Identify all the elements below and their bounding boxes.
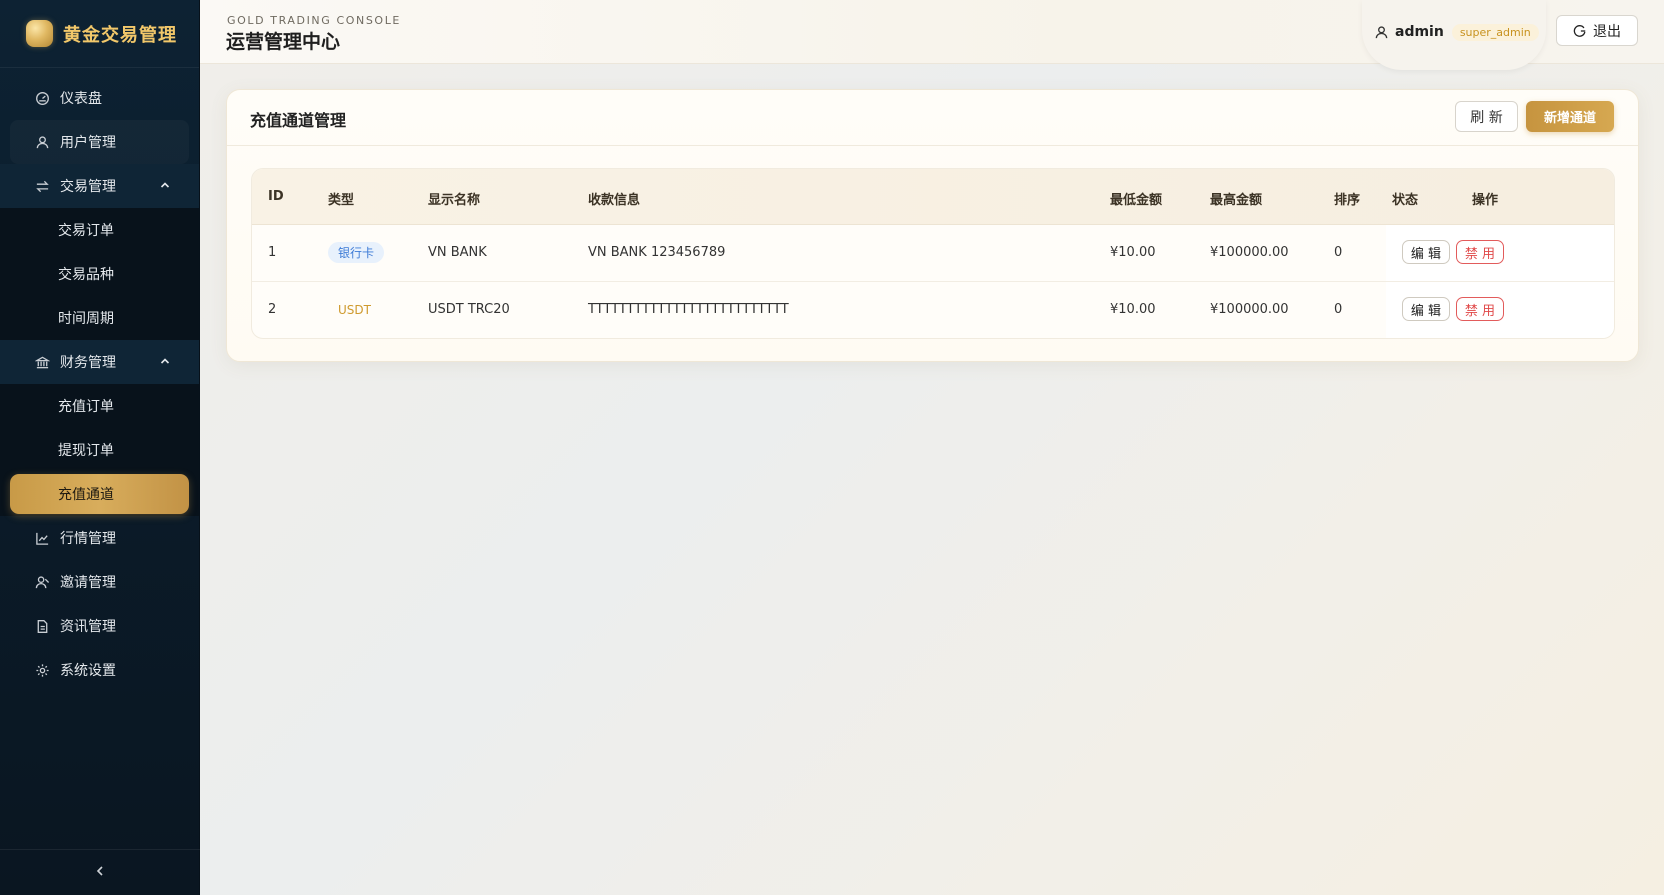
column-header-min: 最低金额 bbox=[1110, 193, 1163, 208]
sidebar-item-recharge-channels[interactable]: 充值通道 bbox=[10, 474, 189, 514]
cell-info: VN BANK 123456789 bbox=[588, 245, 726, 260]
ops-cell: 编 辑 禁 用 bbox=[1386, 225, 1614, 281]
brand-title: 黄金交易管理 bbox=[63, 24, 177, 46]
exchange-icon bbox=[34, 178, 50, 194]
sidebar-group-label: 财务管理 bbox=[60, 355, 116, 371]
sidebar-collapse-button[interactable] bbox=[0, 849, 200, 895]
recharge-channel-card: 充值通道管理 刷 新 新增通道 ID 类型 显示名称 收款信息 最低金额 最高金… bbox=[226, 89, 1639, 362]
logout-label: 退出 bbox=[1593, 23, 1621, 40]
sidebar-item-withdraw-orders[interactable]: 提现订单 bbox=[0, 428, 199, 472]
sidebar-group-finance[interactable]: 财务管理 bbox=[0, 340, 199, 384]
disable-button[interactable]: 禁 用 bbox=[1456, 297, 1504, 321]
sidebar-item-recharge-orders[interactable]: 充值订单 bbox=[0, 384, 199, 428]
cell-min: ¥10.00 bbox=[1110, 245, 1156, 260]
card-title: 充值通道管理 bbox=[250, 111, 347, 130]
sidebar-item-time-periods[interactable]: 时间周期 bbox=[0, 296, 199, 340]
sidebar-item-label: 系统设置 bbox=[60, 663, 116, 679]
logout-icon bbox=[1573, 24, 1586, 37]
bank-icon bbox=[34, 354, 50, 370]
card-header: 充值通道管理 刷 新 新增通道 bbox=[227, 90, 1638, 146]
channel-table: ID 类型 显示名称 收款信息 最低金额 最高金额 排序 状态 操作 1 银行卡… bbox=[251, 168, 1615, 339]
sidebar-group-label: 交易管理 bbox=[60, 179, 116, 195]
column-header-name: 显示名称 bbox=[428, 193, 481, 208]
cell-name: USDT TRC20 bbox=[428, 302, 510, 317]
user-name: admin bbox=[1395, 24, 1444, 40]
refresh-button[interactable]: 刷 新 bbox=[1455, 101, 1518, 132]
table-row: 2 USDT USDT TRC20 TTTTTTTTTTTTTTTTTTTTTT… bbox=[252, 282, 1614, 338]
role-badge: super_admin bbox=[1451, 23, 1539, 41]
cell-info: TTTTTTTTTTTTTTTTTTTTTTTTTT bbox=[588, 302, 789, 317]
cell-sort: 0 bbox=[1334, 302, 1343, 317]
dashboard-icon bbox=[34, 90, 50, 106]
brand-logo-icon bbox=[26, 20, 53, 47]
top-header: GOLD TRADING CONSOLE 运营管理中心 admin super_… bbox=[200, 0, 1664, 70]
disable-button[interactable]: 禁 用 bbox=[1456, 240, 1504, 264]
cell-max: ¥100000.00 bbox=[1210, 245, 1289, 260]
sidebar-item-users[interactable]: 用户管理 bbox=[10, 120, 189, 164]
sidebar-item-invite[interactable]: 邀请管理 bbox=[0, 560, 199, 604]
sidebar-item-label: 资讯管理 bbox=[60, 619, 116, 635]
sidebar-item-trade-orders[interactable]: 交易订单 bbox=[0, 208, 199, 252]
column-header-ops: 操作 bbox=[1472, 193, 1499, 208]
cell-name: VN BANK bbox=[428, 245, 487, 260]
sidebar-item-label: 行情管理 bbox=[60, 531, 116, 547]
sidebar-item-label: 用户管理 bbox=[60, 135, 116, 151]
column-header-id: ID bbox=[268, 189, 284, 204]
column-header-sort: 排序 bbox=[1334, 193, 1361, 208]
chevron-up-icon bbox=[159, 355, 171, 367]
sidebar-item-settings[interactable]: 系统设置 bbox=[0, 648, 199, 692]
cell-max: ¥100000.00 bbox=[1210, 302, 1289, 317]
edit-button[interactable]: 编 辑 bbox=[1402, 240, 1450, 264]
chart-icon bbox=[34, 530, 50, 546]
user-menu[interactable]: admin super_admin bbox=[1362, 0, 1546, 70]
column-header-status: 状态 bbox=[1392, 193, 1419, 208]
submenu-finance: 充值订单 提现订单 充值通道 bbox=[0, 384, 199, 516]
submenu-trade: 交易订单 交易品种 时间周期 bbox=[0, 208, 199, 340]
column-header-type: 类型 bbox=[328, 193, 355, 208]
document-icon bbox=[34, 618, 50, 634]
brand[interactable]: 黄金交易管理 bbox=[0, 0, 199, 68]
sidebar-item-market[interactable]: 行情管理 bbox=[0, 516, 199, 560]
sidebar-item-news[interactable]: 资讯管理 bbox=[0, 604, 199, 648]
add-channel-button[interactable]: 新增通道 bbox=[1526, 101, 1614, 132]
type-badge: 银行卡 bbox=[328, 242, 385, 263]
invite-icon bbox=[34, 574, 50, 590]
table-header: ID 类型 显示名称 收款信息 最低金额 最高金额 排序 状态 操作 bbox=[252, 169, 1614, 225]
sidebar-nav: 仪表盘 用户管理 交易管理 交易订单 交易品种 时间周期 财务管理 充值订单 提… bbox=[0, 68, 199, 692]
cell-sort: 0 bbox=[1334, 245, 1343, 260]
cell-id: 2 bbox=[268, 302, 277, 317]
gear-icon bbox=[34, 662, 50, 678]
sidebar-group-trade[interactable]: 交易管理 bbox=[0, 164, 199, 208]
user-icon bbox=[34, 134, 50, 150]
user-icon bbox=[1375, 25, 1388, 38]
chevron-up-icon bbox=[159, 179, 171, 191]
sidebar: 黄金交易管理 仪表盘 用户管理 交易管理 交易订单 交易品种 时间周期 财务管理… bbox=[0, 0, 200, 895]
sidebar-item-dashboard[interactable]: 仪表盘 bbox=[0, 76, 199, 120]
type-badge: USDT bbox=[338, 303, 371, 317]
column-header-max: 最高金额 bbox=[1210, 193, 1263, 208]
logout-button[interactable]: 退出 bbox=[1556, 15, 1638, 46]
edit-button[interactable]: 编 辑 bbox=[1402, 297, 1450, 321]
chevron-left-icon bbox=[94, 865, 106, 881]
column-header-info: 收款信息 bbox=[588, 193, 641, 208]
ops-cell: 编 辑 禁 用 bbox=[1386, 282, 1614, 338]
sidebar-item-label: 仪表盘 bbox=[60, 91, 102, 107]
header-subtitle: GOLD TRADING CONSOLE bbox=[227, 14, 401, 27]
cell-id: 1 bbox=[268, 245, 277, 260]
cell-min: ¥10.00 bbox=[1110, 302, 1156, 317]
sidebar-item-label: 邀请管理 bbox=[60, 575, 116, 591]
page-title: 运营管理中心 bbox=[226, 31, 341, 53]
table-row: 1 银行卡 VN BANK VN BANK 123456789 ¥10.00 ¥… bbox=[252, 225, 1614, 282]
sidebar-item-trade-products[interactable]: 交易品种 bbox=[0, 252, 199, 296]
